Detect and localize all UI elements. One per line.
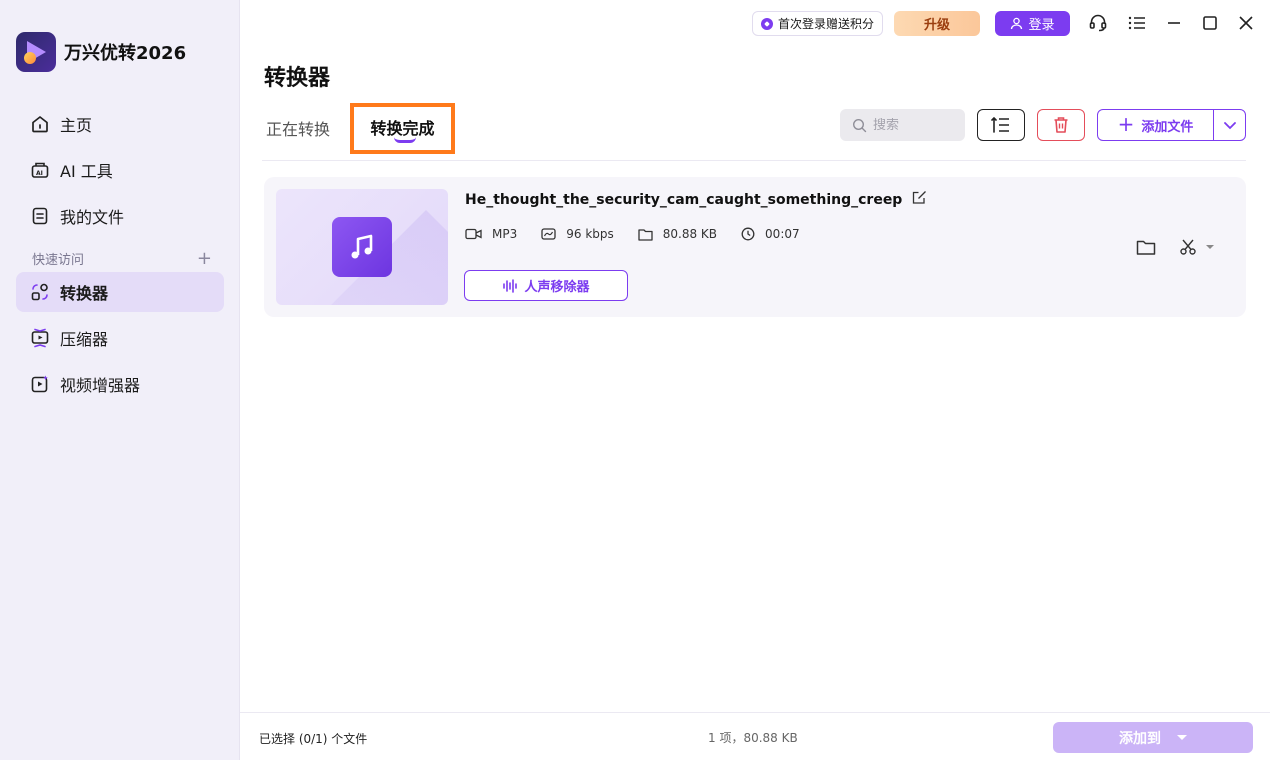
bitrate-value: 96 kbps [566, 227, 614, 241]
converter-icon [30, 282, 50, 302]
video-enhancer-icon [30, 374, 50, 394]
tab-label: 转换完成 [370, 118, 435, 138]
ai-tools-icon: AI [30, 160, 50, 180]
promo-label: 首次登录赠送积分 [778, 17, 875, 31]
home-icon [30, 114, 50, 134]
file-card[interactable]: He_thought_the_security_cam_caught_somet… [264, 177, 1246, 317]
sort-button[interactable] [977, 109, 1025, 141]
brand: 万兴优转2026 [16, 32, 186, 72]
tab-converted[interactable]: 转换完成 [350, 103, 455, 154]
vocal-remover-button[interactable]: 人声移除器 [464, 270, 628, 301]
scissors-icon [1180, 239, 1196, 255]
active-tab-indicator [393, 137, 416, 143]
sidebar-item-home[interactable]: 主页 [16, 104, 224, 144]
caret-down-icon [1177, 735, 1187, 740]
sidebar-item-label: 压缩器 [60, 330, 109, 349]
open-folder-icon[interactable] [1135, 236, 1157, 258]
file-thumbnail [276, 189, 448, 305]
login-button[interactable]: 登录 [995, 11, 1070, 36]
add-file-button[interactable]: + 添加文件 [1098, 110, 1214, 140]
size-value: 80.88 KB [662, 227, 718, 241]
delete-button[interactable] [1037, 109, 1085, 141]
plus-icon: + [1117, 112, 1135, 136]
size-info: 80.88 KB [638, 227, 717, 241]
clock-icon [741, 227, 755, 241]
points-icon [761, 17, 773, 30]
vocal-remover-label: 人声移除器 [524, 280, 590, 295]
upgrade-label: 升级 [923, 18, 950, 33]
items-summary: 1 项，80.88 KB [708, 731, 798, 745]
search-input[interactable] [873, 117, 953, 133]
duration-info: 00:07 [741, 227, 800, 241]
add-file-dropdown[interactable] [1214, 120, 1245, 130]
chevron-down-icon [1223, 122, 1236, 130]
file-name-text: He_thought_the_security_cam_caught_somet… [465, 191, 903, 208]
svg-text:AI: AI [36, 170, 43, 177]
add-quick-access-icon[interactable]: + [197, 248, 212, 269]
add-file-button-group: + 添加文件 [1097, 109, 1246, 141]
sidebar: 万兴优转2026 主页 AI AI 工具 我的文件 快速访问 + 转换器 压缩器 [0, 0, 240, 760]
app-name: 万兴优转2026 [64, 43, 187, 64]
bitrate-icon [541, 228, 556, 240]
search-icon [852, 118, 867, 132]
sidebar-item-label: 主页 [60, 116, 93, 135]
menu-icon[interactable] [1126, 12, 1148, 34]
close-icon[interactable] [1235, 12, 1257, 34]
add-to-button[interactable]: 添加到 [1053, 722, 1253, 753]
sort-list-icon [991, 116, 1009, 133]
add-file-label: 添加文件 [1141, 119, 1194, 135]
quick-access-header: 快速访问 + [32, 248, 212, 269]
compressor-icon [30, 328, 50, 348]
edit-name-icon[interactable] [912, 190, 927, 209]
minimize-icon[interactable] [1163, 12, 1185, 34]
footer-bar: 已选择 (0/1) 个文件 1 项，80.88 KB 添加到 [240, 712, 1270, 760]
upgrade-button[interactable]: 升级 [894, 11, 980, 36]
add-to-label: 添加到 [1119, 730, 1161, 747]
trim-menu[interactable] [1179, 236, 1215, 258]
sidebar-item-label: 我的文件 [60, 208, 125, 227]
file-meta: MP3 96 kbps 80.88 KB 00:07 [465, 227, 824, 241]
video-camera-icon [465, 228, 482, 240]
tab-converting[interactable]: 正在转换 [266, 116, 330, 140]
sidebar-item-converter[interactable]: 转换器 [16, 272, 224, 312]
selection-count: 已选择 (0/1) 个文件 [259, 732, 368, 746]
audio-wave-icon [503, 278, 518, 293]
music-note-icon [332, 217, 392, 277]
app-logo-icon [16, 32, 56, 72]
maximize-icon[interactable] [1199, 12, 1221, 34]
login-label: 登录 [1028, 18, 1055, 33]
sidebar-item-label: 转换器 [60, 284, 109, 303]
bitrate-info: 96 kbps [541, 227, 614, 241]
sidebar-item-my-files[interactable]: 我的文件 [16, 196, 224, 236]
file-name: He_thought_the_security_cam_caught_somet… [465, 190, 927, 209]
sidebar-item-video-enhancer[interactable]: 视频增强器 [16, 364, 224, 404]
folder-icon [638, 228, 653, 241]
support-headset-icon[interactable] [1087, 12, 1109, 34]
user-icon [1011, 17, 1023, 30]
page-title: 转换器 [264, 66, 331, 91]
quick-access-label: 快速访问 [32, 253, 85, 268]
header-divider [262, 160, 1246, 161]
first-login-promo-button[interactable]: 首次登录赠送积分 [752, 11, 884, 36]
search-box[interactable] [840, 109, 965, 141]
format-value: MP3 [492, 227, 518, 241]
format-info: MP3 [465, 227, 517, 241]
my-files-icon [30, 206, 50, 226]
duration-value: 00:07 [765, 227, 800, 241]
sidebar-item-compressor[interactable]: 压缩器 [16, 318, 224, 358]
sidebar-item-label: AI 工具 [60, 162, 113, 181]
caret-down-icon [1206, 245, 1214, 249]
sidebar-item-ai-tools[interactable]: AI AI 工具 [16, 150, 224, 190]
sidebar-item-label: 视频增强器 [60, 376, 141, 395]
trash-icon [1054, 117, 1068, 133]
